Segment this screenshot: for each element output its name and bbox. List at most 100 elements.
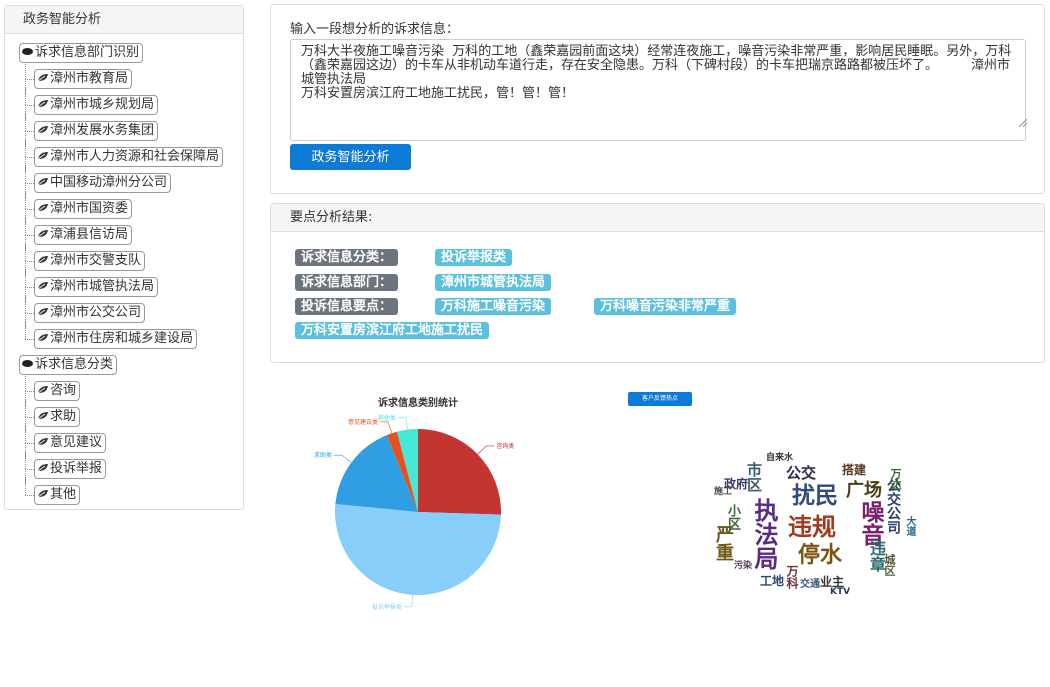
- leaf-icon: [37, 71, 50, 86]
- tree-group: 诉求信息分类: [19, 354, 241, 380]
- resize-grip-icon[interactable]: [1019, 119, 1027, 127]
- input-label: 输入一段想分析的诉求信息：: [290, 22, 460, 37]
- tree-group-label: 诉求信息部门识别: [35, 45, 140, 60]
- tree-item: 漳州发展水务集团: [19, 114, 241, 146]
- slice-leader-line: [403, 594, 413, 608]
- leaf-icon: [37, 97, 50, 112]
- tree-item: 漳州市交警支队: [19, 244, 241, 276]
- cloud-word: 严重: [713, 525, 734, 561]
- points-label-badge: 投诉信息要点：: [295, 298, 399, 315]
- cloud-word: 执法局: [750, 498, 778, 570]
- point-badge: 万科安置房滨江府工地施工扰民: [295, 322, 490, 339]
- tree-item-label: 中国移动漳州分公司: [50, 175, 168, 190]
- word-cloud: 扰民 违规 停水 噪音 执法局 广场 公交 严重 违章 公交公司 市区 万达 业主 搭建 小区 工地 政府 自来水…: [680, 430, 960, 620]
- cloud-word: 广场: [846, 480, 882, 501]
- pie-slice[interactable]: [335, 504, 501, 595]
- leaf-icon: [37, 487, 50, 502]
- tree-item-label: 意见建议: [50, 435, 103, 450]
- tree-item-label: 漳州市城管执法局: [50, 279, 155, 294]
- tree-item-button[interactable]: 中国移动漳州分公司: [34, 173, 172, 193]
- pie-slice[interactable]: [418, 429, 501, 515]
- tree-item-label: 投诉举报: [50, 461, 103, 476]
- cloud-word: 扰民: [792, 483, 838, 509]
- leaf-icon: [37, 227, 50, 242]
- leaf-icon: [37, 383, 50, 398]
- tree-group-label: 诉求信息分类: [35, 357, 114, 372]
- tree-item-button[interactable]: 漳州市住房和城乡建设局: [34, 329, 198, 349]
- hotspot-button[interactable]: 客户反馈热点: [628, 392, 692, 406]
- analyze-button[interactable]: 政务智能分析: [290, 144, 411, 170]
- cloud-word: 万科: [785, 565, 799, 589]
- category-pie-chart: 诉求信息类别统计 咨询类投诉举报类 求助类 意见建议类其他类: [314, 396, 514, 611]
- leaf-icon: [37, 305, 50, 320]
- slice-label: 投诉举报类: [372, 603, 402, 611]
- tree-item: 中国移动漳州分公司: [19, 166, 241, 198]
- tree-item-button[interactable]: 漳州市国资委: [34, 199, 133, 219]
- tree-item-button[interactable]: 投诉举报: [34, 459, 107, 479]
- tree-item-label: 咨询: [50, 383, 77, 398]
- tree-item: 漳州市公交公司: [19, 296, 241, 328]
- leaf-icon: [37, 409, 50, 424]
- tree-item-button[interactable]: 漳州市城管执法局: [34, 277, 159, 297]
- tree-item-label: 漳州发展水务集团: [50, 123, 155, 138]
- point-badge: 万科施工噪音污染: [435, 298, 552, 315]
- tree-item: 漳州市住房和城乡建设局: [19, 322, 241, 354]
- tree-group-toggle[interactable]: 诉求信息部门识别: [19, 43, 144, 63]
- tree-item: 漳州市国资委: [19, 192, 241, 224]
- tree-item-label: 漳浦县信访局: [50, 227, 129, 242]
- tree-item-label: 漳州市住房和城乡建设局: [50, 331, 194, 346]
- tree-item-button[interactable]: 漳州市公交公司: [34, 303, 146, 323]
- slice-leader-line: [380, 421, 393, 434]
- leaf-icon: [37, 149, 50, 164]
- tree-item-label: 求助: [50, 409, 77, 424]
- tree-item: 漳州市人力资源和社会保障局: [19, 140, 241, 172]
- tree-item-button[interactable]: 漳州市教育局: [34, 69, 133, 89]
- tree-item: 其他: [19, 478, 241, 510]
- tree-item: 漳州市城管执法局: [19, 270, 241, 302]
- leaf-icon: [37, 201, 50, 216]
- sidebar-title: 政务智能分析: [5, 6, 243, 34]
- tree-item: 漳州市城乡规划局: [19, 88, 241, 120]
- leaf-icon: [37, 331, 50, 346]
- cloud-word: KTV: [830, 587, 851, 597]
- tree-item-button[interactable]: 漳州市人力资源和社会保障局: [34, 147, 224, 167]
- cloud-word: 施工: [714, 487, 733, 497]
- tree-group-toggle[interactable]: 诉求信息分类: [19, 355, 118, 375]
- cloud-word: 自来水: [766, 453, 794, 463]
- tree-item-label: 漳州市人力资源和社会保障局: [50, 149, 220, 164]
- leaf-icon: [37, 175, 50, 190]
- slice-label: 其他类: [378, 414, 396, 422]
- tree-item: 投诉举报: [19, 452, 241, 484]
- tree-item: 意见建议: [19, 426, 241, 458]
- point-badge: 万科噪音污染非常严重: [594, 298, 737, 315]
- collapse-icon: [22, 360, 33, 367]
- cloud-word: 违规: [788, 513, 836, 541]
- tree-item: 漳浦县信访局: [19, 218, 241, 250]
- tree-item-button[interactable]: 漳州发展水务集团: [34, 121, 159, 141]
- cloud-word: 市区: [745, 462, 763, 492]
- category-tree: 诉求信息部门识别漳州市教育局漳州市城乡规划局漳州发展水务集团漳州市人力资源和社会…: [19, 42, 241, 510]
- category-label-badge: 诉求信息分类：: [295, 249, 399, 266]
- tree-item-button[interactable]: 漳州市交警支队: [34, 251, 146, 271]
- tree-item-button[interactable]: 其他: [34, 485, 81, 505]
- department-value-badge: 漳州市城管执法局: [435, 274, 552, 291]
- complaint-textarea[interactable]: 万科大半夜施工噪音污染 万科的工地（鑫荣嘉园前面这块）经常连夜施工，噪音污染非常…: [290, 39, 1026, 141]
- tree-item: 求助: [19, 400, 241, 432]
- tree-item-button[interactable]: 求助: [34, 407, 81, 427]
- slice-label: 意见建议类: [348, 418, 378, 426]
- leaf-icon: [37, 435, 50, 450]
- department-label-badge: 诉求信息部门：: [295, 274, 399, 291]
- cloud-word: 搭建: [842, 463, 867, 477]
- leaf-icon: [37, 461, 50, 476]
- category-value-badge: 投诉举报类: [435, 249, 513, 266]
- tree-item-button[interactable]: 漳浦县信访局: [34, 225, 133, 245]
- tree-item-button[interactable]: 意见建议: [34, 433, 107, 453]
- result-title: 要点分析结果:: [271, 204, 1044, 232]
- slice-label: 咨询类: [496, 442, 514, 450]
- tree-item-button[interactable]: 咨询: [34, 381, 81, 401]
- tree-item: 漳州市教育局: [19, 62, 241, 94]
- tree-item-label: 漳州市交警支队: [50, 253, 142, 268]
- collapse-icon: [22, 48, 33, 55]
- tree-item-button[interactable]: 漳州市城乡规划局: [34, 95, 159, 115]
- cloud-word: 污染: [734, 561, 753, 571]
